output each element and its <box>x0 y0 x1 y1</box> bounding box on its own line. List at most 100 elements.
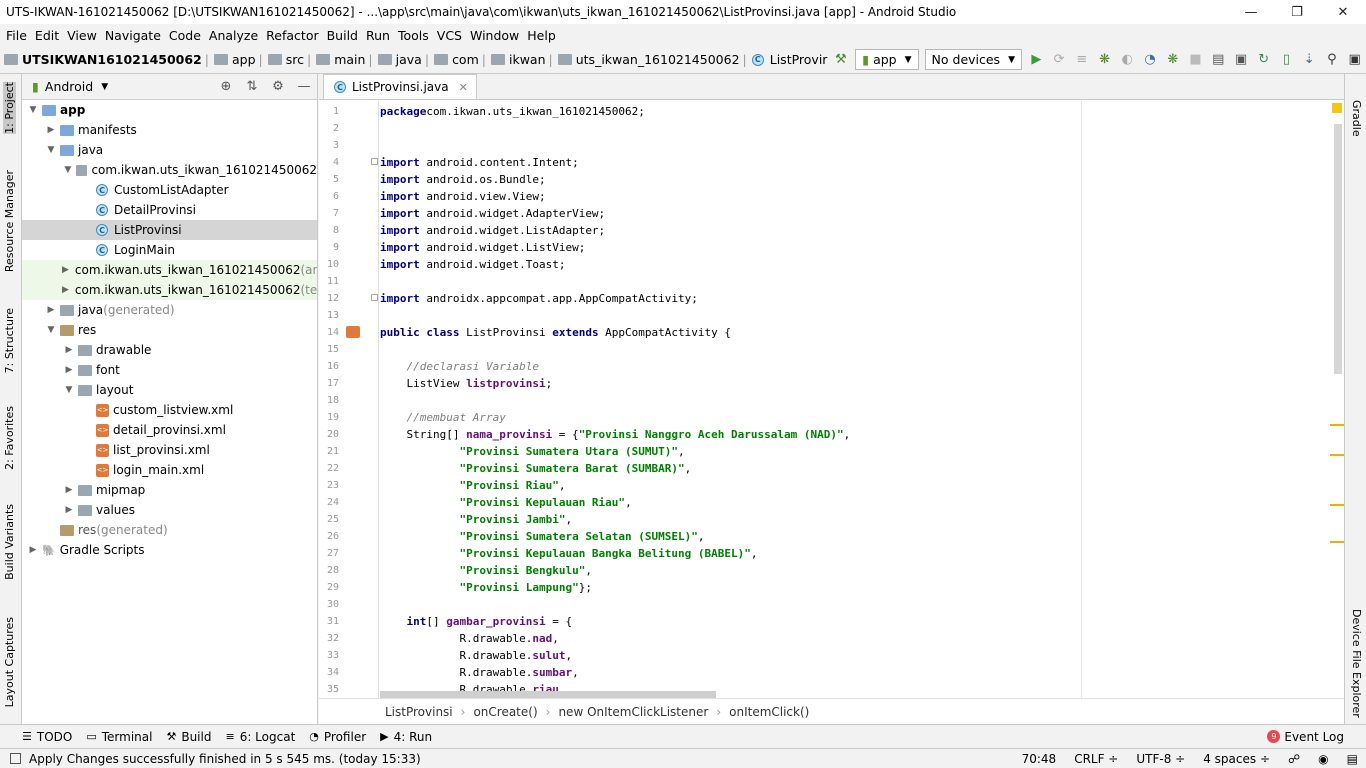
menu-edit[interactable]: Edit <box>31 28 63 43</box>
expand-arrow-icon[interactable]: ▶ <box>62 485 76 495</box>
search-icon[interactable]: ⚲ <box>1323 49 1342 71</box>
breadcrumb-project[interactable]: UTSIKWAN161021450062 <box>22 52 202 67</box>
chevron-down-icon[interactable]: ▼ <box>101 82 108 92</box>
attach-icon[interactable]: ◐ <box>1118 49 1137 71</box>
run-config-select[interactable]: ▮ app ▼ <box>855 49 919 70</box>
tool-tab[interactable]: Resource Manager <box>3 170 16 272</box>
project-view-select[interactable]: Android <box>45 79 93 94</box>
sync-icon[interactable]: ↻ <box>1254 49 1273 71</box>
expand-arrow-icon[interactable]: ▶ <box>62 345 76 355</box>
code-crumb[interactable]: onItemClick() <box>729 705 809 719</box>
menu-run[interactable]: Run <box>362 28 394 43</box>
breadcrumb-item[interactable]: java <box>396 52 422 67</box>
breadcrumb-item[interactable]: app <box>232 52 256 67</box>
close-icon[interactable]: ✕ <box>459 81 468 94</box>
breadcrumb-item[interactable]: src <box>286 52 304 67</box>
expand-arrow-icon[interactable]: ▼ <box>62 385 76 395</box>
tree-row[interactable]: ▶ java (generated) <box>22 300 317 320</box>
tree-row[interactable]: ▶ com.ikwan.uts_ikwan_161021450062 (andr <box>22 260 317 280</box>
file-encoding[interactable]: UTF-8 ÷ <box>1136 752 1185 766</box>
menu-view[interactable]: View <box>63 28 101 43</box>
line-separator[interactable]: CRLF ÷ <box>1074 752 1118 766</box>
project-structure-icon[interactable]: ▤ <box>1209 49 1228 71</box>
tree-row[interactable]: ▶ com.ikwan.uts_ikwan_161021450062 (test) <box>22 280 317 300</box>
expand-arrow-icon[interactable]: ▼ <box>62 165 74 175</box>
tree-row[interactable]: <> login_main.xml <box>22 460 317 480</box>
inspection-warning-icon[interactable] <box>1332 103 1342 113</box>
tree-row[interactable]: <> detail_provinsi.xml <box>22 420 317 440</box>
vertical-scrollbar[interactable] <box>1334 124 1342 374</box>
lock-icon[interactable]: ☍ <box>1288 752 1300 766</box>
rerun-icon[interactable]: ⟳ <box>1050 49 1069 71</box>
gear-icon[interactable]: ⚙ <box>265 79 291 94</box>
expand-arrow-icon[interactable]: ▶ <box>26 545 40 555</box>
horizontal-scrollbar[interactable] <box>380 691 716 698</box>
tree-row[interactable]: ▶ mipmap <box>22 480 317 500</box>
tool-tab[interactable]: Device File Explorer <box>1350 609 1363 718</box>
warning-stripe[interactable] <box>1330 504 1344 506</box>
warning-stripe[interactable] <box>1330 454 1344 456</box>
breadcrumb-item[interactable]: ikwan <box>509 52 546 67</box>
code-area[interactable]: packagecom.ikwan.uts_ikwan_161021450062;… <box>380 101 1330 698</box>
menu-file[interactable]: File <box>2 28 31 43</box>
tree-row[interactable]: ▶ font <box>22 360 317 380</box>
attach-debugger-icon[interactable]: ❋ <box>1163 49 1182 71</box>
menu-analyze[interactable]: Analyze <box>205 28 262 43</box>
bottom-tab-4-run[interactable]: ▶ 4: Run <box>380 730 432 744</box>
tree-row[interactable]: ▶ values <box>22 500 317 520</box>
code-crumb[interactable]: new OnItemClickListener <box>558 705 708 719</box>
memory-icon[interactable]: ▤ <box>1347 752 1358 766</box>
tree-row[interactable]: C CustomListAdapter <box>22 180 317 200</box>
menu-refactor[interactable]: Refactor <box>262 28 322 43</box>
tree-row[interactable]: ▼ com.ikwan.uts_ikwan_161021450062 <box>22 160 317 180</box>
tree-row[interactable]: <> list_provinsi.xml <box>22 440 317 460</box>
breadcrumb-item[interactable]: main <box>334 52 365 67</box>
indent-setting[interactable]: 4 spaces ÷ <box>1203 752 1270 766</box>
override-icon[interactable] <box>346 326 360 338</box>
hammer-icon[interactable]: ⚒ <box>831 49 850 71</box>
breadcrumb-item[interactable]: com <box>452 52 479 67</box>
inspection-icon[interactable]: ◉ <box>1318 752 1328 766</box>
bottom-tab-profiler[interactable]: ◔ Profiler <box>309 730 366 744</box>
tree-row[interactable]: <> custom_listview.xml <box>22 400 317 420</box>
event-log-button[interactable]: 9 Event Log <box>1267 730 1344 744</box>
device-select[interactable]: No devices ▼ <box>924 49 1022 70</box>
caret-position[interactable]: 70:48 <box>1022 752 1057 766</box>
code-crumb[interactable]: onCreate() <box>473 705 537 719</box>
expand-arrow-icon[interactable]: ▶ <box>44 125 58 135</box>
tree-row[interactable]: ▶ drawable <box>22 340 317 360</box>
tree-row[interactable]: res (generated) <box>22 520 317 540</box>
expand-arrow-icon[interactable]: ▶ <box>44 305 58 315</box>
menu-build[interactable]: Build <box>323 28 362 43</box>
breadcrumb-item[interactable]: uts_ikwan_161021450062 <box>576 52 740 67</box>
tree-row[interactable]: ▼ layout <box>22 380 317 400</box>
tool-tab[interactable]: 1: Project <box>3 82 16 134</box>
collapse-icon[interactable]: ⇅ <box>239 79 265 94</box>
hide-icon[interactable]: — <box>291 79 317 94</box>
tool-tab[interactable]: Layout Captures <box>3 617 16 707</box>
expand-arrow-icon[interactable]: ▶ <box>62 285 69 295</box>
tree-row[interactable]: ▼ res <box>22 320 317 340</box>
expand-arrow-icon[interactable]: ▶ <box>62 265 69 275</box>
tree-row[interactable]: C DetailProvinsi <box>22 200 317 220</box>
tree-row[interactable]: ▼ java <box>22 140 317 160</box>
tool-tab[interactable]: 7: Structure <box>3 308 16 373</box>
tree-row[interactable]: ▼ app <box>22 100 317 120</box>
tree-row[interactable]: ▶ 🐘 Gradle Scripts <box>22 540 317 560</box>
breadcrumb-file[interactable]: ListProvir <box>770 52 828 67</box>
bottom-tab-terminal[interactable]: ▭ Terminal <box>86 730 152 744</box>
profile-icon[interactable]: ◔ <box>1141 49 1160 71</box>
toggle-panels-icon[interactable] <box>10 753 21 764</box>
sdk-manager-icon[interactable]: ⇣ <box>1300 49 1319 71</box>
tool-tab[interactable]: Build Variants <box>3 504 16 580</box>
tree-row[interactable]: ▶ manifests <box>22 120 317 140</box>
menu-help[interactable]: Help <box>523 28 560 43</box>
tab-listprovinsi[interactable]: C ListProvinsi.java ✕ <box>323 74 477 99</box>
expand-arrow-icon[interactable]: ▶ <box>62 505 76 515</box>
menu-code[interactable]: Code <box>165 28 205 43</box>
ide-update-icon[interactable]: ▣ <box>1345 49 1364 71</box>
layout-icon[interactable]: ▣ <box>1232 49 1251 71</box>
close-icon[interactable]: ✕ <box>1320 0 1366 24</box>
menu-vcs[interactable]: VCS <box>433 28 466 43</box>
expand-arrow-icon[interactable]: ▼ <box>44 325 58 335</box>
